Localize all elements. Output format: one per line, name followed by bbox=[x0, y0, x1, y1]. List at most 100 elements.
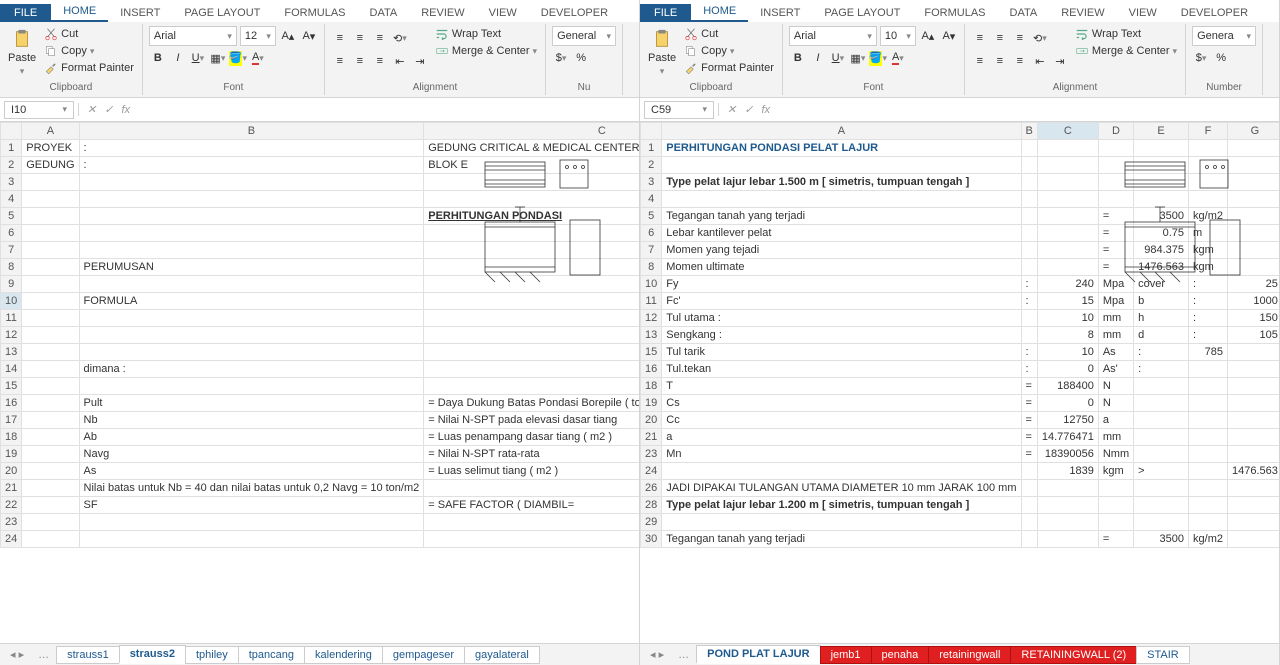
cell-F26[interactable] bbox=[1189, 480, 1228, 497]
cell-B15[interactable] bbox=[79, 378, 424, 395]
cell-C17[interactable]: = Nilai N-SPT pada elevasi dasar tiang bbox=[424, 412, 639, 429]
cell-C4[interactable] bbox=[1037, 191, 1098, 208]
cell-C11[interactable]: 15 bbox=[1037, 293, 1098, 310]
cell-A16[interactable]: Tul.tekan bbox=[662, 361, 1021, 378]
cell-E13[interactable]: d bbox=[1134, 327, 1189, 344]
tab-insert[interactable]: INSERT bbox=[108, 4, 172, 22]
row-header-24[interactable]: 24 bbox=[1, 531, 22, 548]
row-header-2[interactable]: 2 bbox=[1, 157, 22, 174]
cell-C15[interactable] bbox=[424, 378, 639, 395]
row-header-13[interactable]: 13 bbox=[641, 327, 662, 344]
cell-D24[interactable]: kgm bbox=[1098, 463, 1133, 480]
cell-E15[interactable]: : bbox=[1134, 344, 1189, 361]
cell-B10[interactable]: FORMULA bbox=[79, 293, 424, 310]
cell-B6[interactable] bbox=[1021, 225, 1037, 242]
cell-F16[interactable] bbox=[1189, 361, 1228, 378]
cell-A8[interactable]: Momen ultimate bbox=[662, 259, 1021, 276]
col-header-B[interactable]: B bbox=[1021, 123, 1037, 140]
sheet-tab-tpancang[interactable]: tpancang bbox=[238, 646, 305, 664]
cell-A20[interactable] bbox=[22, 463, 79, 480]
cell-A30[interactable]: Tegangan tanah yang terjadi bbox=[662, 531, 1021, 548]
tab-page-layout[interactable]: PAGE LAYOUT bbox=[172, 4, 272, 22]
cell-G20[interactable] bbox=[1227, 412, 1279, 429]
cell-C15[interactable]: 10 bbox=[1037, 344, 1098, 361]
align-middle-icon[interactable]: ≡ bbox=[351, 29, 369, 47]
align-bottom-icon[interactable]: ≡ bbox=[371, 29, 389, 47]
sheet-tab-jemb1[interactable]: jemb1 bbox=[820, 646, 872, 664]
cell-B1[interactable]: : bbox=[79, 140, 424, 157]
cell-C21[interactable] bbox=[424, 480, 639, 497]
tab-page-layout[interactable]: PAGE LAYOUT bbox=[812, 4, 912, 22]
row-header-17[interactable]: 17 bbox=[1, 412, 22, 429]
cell-C20[interactable]: 12750 bbox=[1037, 412, 1098, 429]
sheet-tab-strauss2[interactable]: strauss2 bbox=[119, 645, 186, 664]
row-header-20[interactable]: 20 bbox=[1, 463, 22, 480]
align-center-icon[interactable]: ≡ bbox=[991, 52, 1009, 70]
cell-G30[interactable] bbox=[1227, 531, 1279, 548]
cell-E26[interactable] bbox=[1134, 480, 1189, 497]
cell-B19[interactable]: Navg bbox=[79, 446, 424, 463]
cell-E18[interactable] bbox=[1134, 378, 1189, 395]
row-header-2[interactable]: 2 bbox=[641, 157, 662, 174]
cell-B10[interactable]: : bbox=[1021, 276, 1037, 293]
row-header-24[interactable]: 24 bbox=[641, 463, 662, 480]
cell-C28[interactable] bbox=[1037, 497, 1098, 514]
cell-A22[interactable] bbox=[22, 497, 79, 514]
cell-A5[interactable]: Tegangan tanah yang terjadi bbox=[662, 208, 1021, 225]
row-header-21[interactable]: 21 bbox=[1, 480, 22, 497]
row-header-5[interactable]: 5 bbox=[641, 208, 662, 225]
cell-A20[interactable]: Cc bbox=[662, 412, 1021, 429]
tab-data[interactable]: DATA bbox=[358, 4, 410, 22]
cell-G21[interactable] bbox=[1227, 429, 1279, 446]
row-header-21[interactable]: 21 bbox=[641, 429, 662, 446]
select-all-cell[interactable] bbox=[1, 123, 22, 140]
cell-C8[interactable] bbox=[1037, 259, 1098, 276]
underline-button[interactable]: U▾ bbox=[829, 49, 847, 67]
file-tab[interactable]: FILE bbox=[0, 4, 51, 22]
cell-E30[interactable]: 3500 bbox=[1134, 531, 1189, 548]
cell-G19[interactable] bbox=[1227, 395, 1279, 412]
row-header-7[interactable]: 7 bbox=[641, 242, 662, 259]
cell-A15[interactable] bbox=[22, 378, 79, 395]
border-button[interactable]: ▦▾ bbox=[849, 49, 867, 67]
row-header-12[interactable]: 12 bbox=[641, 310, 662, 327]
merge-center-button[interactable]: Merge & Center▾ bbox=[1073, 43, 1179, 59]
cell-B21[interactable]: Nilai batas untuk Nb = 40 dan nilai bata… bbox=[79, 480, 424, 497]
align-right-icon[interactable]: ≡ bbox=[371, 52, 389, 70]
row-header-4[interactable]: 4 bbox=[1, 191, 22, 208]
orientation-icon[interactable]: ⟲▾ bbox=[1031, 29, 1049, 47]
sheet-tab-STAIR[interactable]: STAIR bbox=[1136, 646, 1190, 664]
cell-D23[interactable]: Nmm bbox=[1098, 446, 1133, 463]
align-right-icon[interactable]: ≡ bbox=[1011, 52, 1029, 70]
cell-B1[interactable] bbox=[1021, 140, 1037, 157]
cancel-icon[interactable]: ✕ bbox=[87, 103, 96, 116]
percent-icon[interactable]: % bbox=[1212, 49, 1230, 67]
row-header-23[interactable]: 23 bbox=[1, 514, 22, 531]
cell-B11[interactable] bbox=[79, 310, 424, 327]
cell-B3[interactable] bbox=[79, 174, 424, 191]
cell-C22[interactable]: = SAFE FACTOR ( DIAMBIL= bbox=[424, 497, 639, 514]
cell-B28[interactable] bbox=[1021, 497, 1037, 514]
enter-icon[interactable]: ✓ bbox=[744, 103, 753, 116]
name-box[interactable]: I10▾ bbox=[4, 101, 74, 119]
merge-center-button[interactable]: Merge & Center▾ bbox=[433, 43, 539, 59]
row-header-23[interactable]: 23 bbox=[641, 446, 662, 463]
cell-F24[interactable] bbox=[1189, 463, 1228, 480]
cell-B8[interactable] bbox=[1021, 259, 1037, 276]
row-header-10[interactable]: 10 bbox=[641, 276, 662, 293]
cell-G18[interactable] bbox=[1227, 378, 1279, 395]
cell-D16[interactable]: As' bbox=[1098, 361, 1133, 378]
cell-A24[interactable] bbox=[22, 531, 79, 548]
cell-B24[interactable] bbox=[1021, 463, 1037, 480]
cell-C16[interactable]: = Daya Dukung Batas Pondasi Borepile ( t… bbox=[424, 395, 639, 412]
sheet-tab-strauss1[interactable]: strauss1 bbox=[56, 646, 120, 664]
cell-F13[interactable]: : bbox=[1189, 327, 1228, 344]
cell-C23[interactable]: 18390056 bbox=[1037, 446, 1098, 463]
cell-C21[interactable]: 14.776471 bbox=[1037, 429, 1098, 446]
tab-home[interactable]: HOME bbox=[691, 2, 748, 22]
cell-B5[interactable] bbox=[79, 208, 424, 225]
select-all-cell[interactable] bbox=[641, 123, 662, 140]
cell-F15[interactable]: 785 bbox=[1189, 344, 1228, 361]
cell-B14[interactable]: dimana : bbox=[79, 361, 424, 378]
cell-A15[interactable]: Tul tarik bbox=[662, 344, 1021, 361]
